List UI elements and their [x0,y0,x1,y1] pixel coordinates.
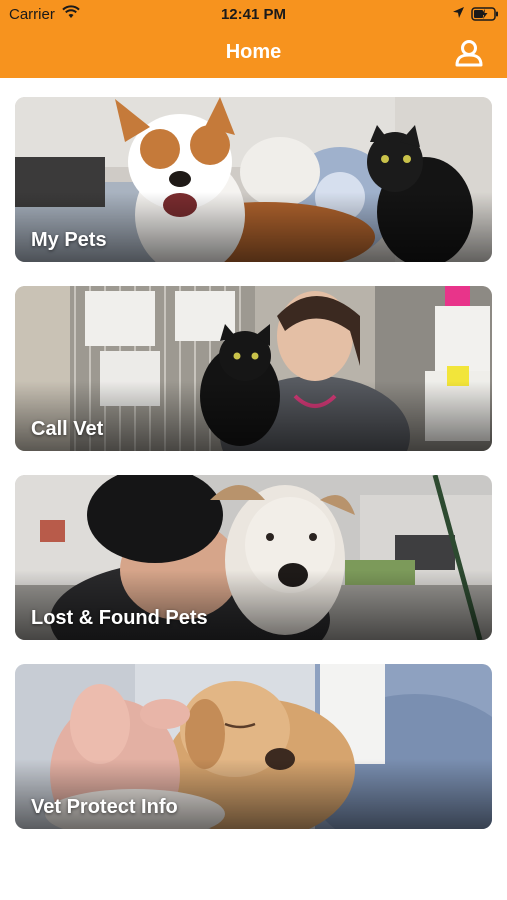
profile-button[interactable] [453,38,485,70]
location-arrow-icon [452,6,465,23]
nav-bar: Home [0,30,507,78]
card-label: Call Vet [31,418,104,440]
card-label: My Pets [31,229,107,251]
status-bar: Carrier 12:41 PM [0,0,507,30]
user-profile-icon [455,40,483,67]
card-vet-protect-info[interactable]: Vet Protect Info [15,664,492,829]
battery-charging-icon [471,7,499,25]
card-label: Lost & Found Pets [31,607,208,629]
card-label: Vet Protect Info [31,796,178,818]
card-lost-and-found-pets[interactable]: Lost & Found Pets [15,475,492,640]
status-time: 12:41 PM [220,6,287,23]
card-call-vet[interactable]: Call Vet [15,286,492,451]
card-my-pets[interactable]: My Pets [15,97,492,262]
page-title: Home [225,41,282,63]
